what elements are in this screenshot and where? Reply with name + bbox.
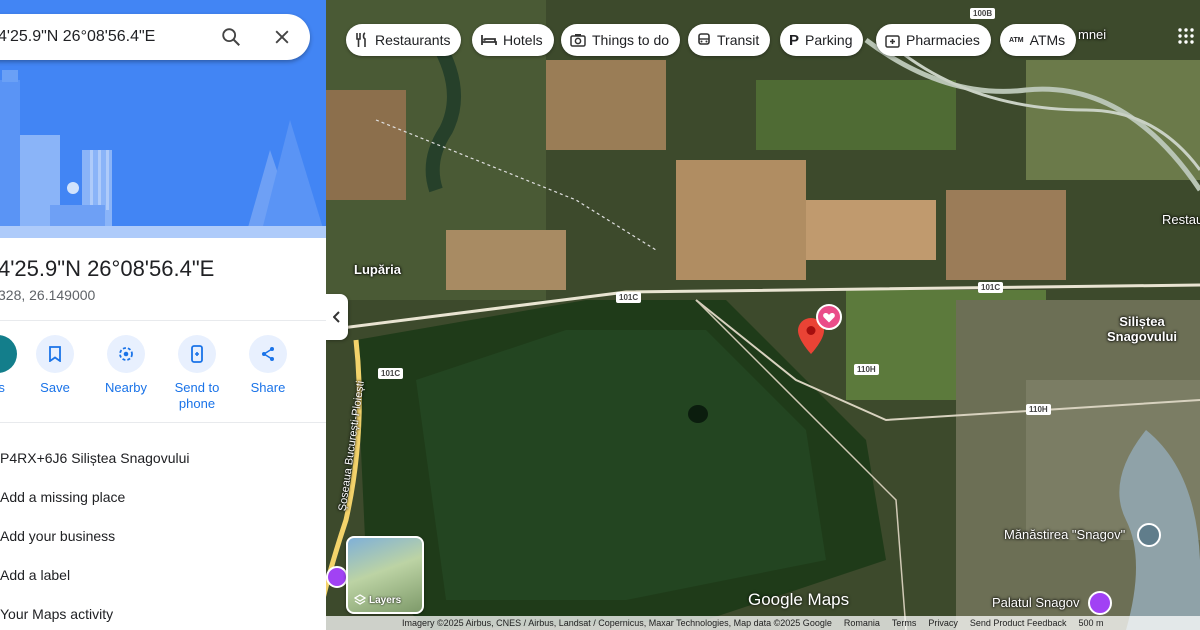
chip-transit[interactable]: Transit <box>688 24 771 56</box>
label-palatul[interactable]: Palatul Snagov <box>992 595 1079 610</box>
label-restaurant-cut[interactable]: Restaur <box>1162 212 1200 227</box>
search-input[interactable]: 4'25.9"N 26°08'56.4"E <box>0 28 155 46</box>
layers-icon <box>354 594 366 605</box>
hotel-icon <box>481 34 497 46</box>
restaurant-icon <box>355 32 369 48</box>
chevron-left-icon <box>333 311 340 323</box>
road-shield: 101C <box>378 368 404 379</box>
chip-hotels[interactable]: Hotels <box>472 24 554 56</box>
place-decimal-coordinates: 328, 26.149000 <box>0 287 96 303</box>
road-shield: 100B <box>970 8 996 19</box>
camera-icon <box>570 33 586 47</box>
bookmark-icon <box>36 335 74 373</box>
poi-icon[interactable] <box>326 566 348 588</box>
chip-atms[interactable]: ATM ATMs <box>1000 24 1077 56</box>
road-shield: 101C <box>616 292 642 303</box>
heart-icon[interactable] <box>816 304 842 330</box>
label-luparia[interactable]: Lupăria <box>354 262 401 277</box>
add-business-row[interactable]: Add your business <box>0 528 115 544</box>
imagery-attribution: Imagery ©2025 Airbus, CNES / Airbus, Lan… <box>402 618 832 628</box>
chip-pharmacies[interactable]: Pharmacies <box>876 24 991 56</box>
monastery-icon[interactable] <box>1137 523 1161 547</box>
save-button[interactable]: Save <box>15 335 95 396</box>
label-mnei-cut: mnei <box>1078 27 1107 42</box>
send-to-phone-icon <box>178 335 216 373</box>
road-shield: 110H <box>1026 404 1051 415</box>
road-shield: 110H <box>854 364 879 375</box>
chip-parking[interactable]: P Parking <box>780 24 864 56</box>
side-panel: 4'25.9"N 26°08'56.4"E 4'25.9"N 26°08'56.… <box>0 0 327 630</box>
scale-bar[interactable]: 500 m <box>1078 618 1103 628</box>
privacy-link[interactable]: Privacy <box>928 618 958 628</box>
parking-icon: P <box>789 31 800 49</box>
label-silistea[interactable]: Siliștea Snagovului <box>1092 314 1192 344</box>
maps-activity-row[interactable]: Your Maps activity <box>0 606 113 622</box>
divider <box>0 320 326 321</box>
share-button[interactable]: Share <box>228 335 308 396</box>
search-box[interactable]: 4'25.9"N 26°08'56.4"E <box>0 14 310 60</box>
share-icon <box>249 335 287 373</box>
chip-restaurants[interactable]: Restaurants <box>346 24 462 56</box>
place-title: 4'25.9"N 26°08'56.4"E <box>0 256 215 281</box>
google-maps-logo: Google Maps <box>748 590 850 609</box>
palace-icon[interactable] <box>1088 591 1112 615</box>
nearby-button[interactable]: Nearby <box>86 335 166 396</box>
road-shield: 101C <box>978 282 1004 293</box>
attribution-bar: Imagery ©2025 Airbus, CNES / Airbus, Lan… <box>326 616 1200 630</box>
send-to-phone-button[interactable]: Send to phone <box>157 335 237 412</box>
label-manastirea[interactable]: Mănăstirea "Snagov" <box>1004 527 1125 542</box>
add-label-row[interactable]: Add a label <box>0 567 70 583</box>
terms-link[interactable]: Terms <box>892 618 917 628</box>
plus-code-row[interactable]: P4RX+6J6 Siliștea Snagovului <box>0 450 190 466</box>
country-link[interactable]: Romania <box>844 618 880 628</box>
search-icon[interactable] <box>220 26 242 53</box>
transit-icon <box>697 33 711 47</box>
map-canvas[interactable]: Restaurants Hotels Things to do Transit … <box>326 0 1200 630</box>
layers-button[interactable]: Layers <box>346 536 424 614</box>
close-icon[interactable] <box>272 27 292 52</box>
add-missing-place-row[interactable]: Add a missing place <box>0 489 125 505</box>
pharmacy-icon <box>885 33 900 48</box>
atm-icon: ATM <box>1009 36 1024 44</box>
divider <box>0 422 326 423</box>
grid-apps-icon[interactable] <box>1178 28 1194 49</box>
feedback-link[interactable]: Send Product Feedback <box>970 618 1067 628</box>
collapse-panel-button[interactable] <box>326 294 348 340</box>
chip-things-to-do[interactable]: Things to do <box>561 24 681 56</box>
nearby-icon <box>107 335 145 373</box>
